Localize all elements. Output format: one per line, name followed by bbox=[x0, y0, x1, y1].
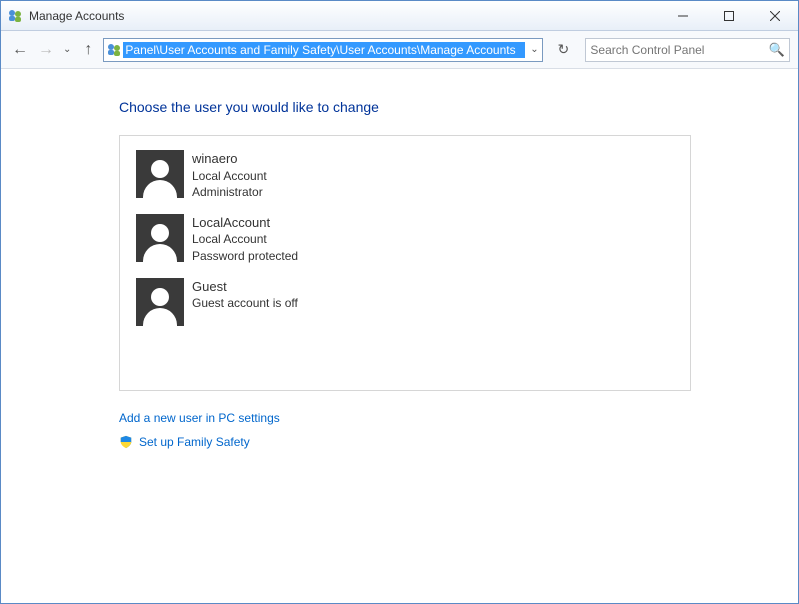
accounts-icon bbox=[106, 42, 122, 58]
minimize-button[interactable] bbox=[660, 1, 706, 30]
navbar: ← → ⌄ ↑ Panel\User Accounts and Family S… bbox=[1, 31, 798, 69]
account-info: LocalAccount Local Account Password prot… bbox=[192, 214, 298, 264]
account-tile-winaero[interactable]: winaero Local Account Administrator bbox=[136, 150, 406, 200]
refresh-button[interactable]: ↻ bbox=[551, 38, 575, 62]
account-tile-localaccount[interactable]: LocalAccount Local Account Password prot… bbox=[136, 214, 406, 264]
account-name: LocalAccount bbox=[192, 214, 298, 232]
avatar-icon bbox=[136, 214, 184, 262]
content-area: Choose the user you would like to change… bbox=[1, 69, 798, 449]
search-icon: 🔍 bbox=[769, 42, 785, 58]
account-name: Guest bbox=[192, 278, 298, 296]
address-dropdown[interactable]: ⌄ bbox=[526, 44, 542, 55]
shield-icon bbox=[119, 435, 133, 449]
link-text: Add a new user in PC settings bbox=[119, 411, 280, 425]
page-title: Choose the user you would like to change bbox=[119, 99, 798, 115]
up-button[interactable]: ↑ bbox=[77, 39, 99, 61]
add-user-link[interactable]: Add a new user in PC settings bbox=[119, 411, 798, 425]
account-status: Password protected bbox=[192, 248, 298, 264]
titlebar: Manage Accounts bbox=[1, 1, 798, 31]
link-text: Set up Family Safety bbox=[139, 435, 250, 449]
account-type: Local Account bbox=[192, 231, 298, 247]
account-info: Guest Guest account is off bbox=[192, 278, 298, 312]
close-button[interactable] bbox=[752, 1, 798, 30]
address-text[interactable]: Panel\User Accounts and Family Safety\Us… bbox=[123, 42, 525, 58]
address-bar[interactable]: Panel\User Accounts and Family Safety\Us… bbox=[103, 38, 543, 62]
maximize-button[interactable] bbox=[706, 1, 752, 30]
avatar-icon bbox=[136, 150, 184, 198]
search-input[interactable] bbox=[590, 43, 768, 57]
account-info: winaero Local Account Administrator bbox=[192, 150, 267, 200]
forward-button[interactable]: → bbox=[35, 39, 57, 61]
recent-dropdown[interactable]: ⌄ bbox=[61, 44, 73, 55]
back-button[interactable]: ← bbox=[9, 39, 31, 61]
window-controls bbox=[660, 1, 798, 30]
family-safety-link[interactable]: Set up Family Safety bbox=[119, 435, 798, 449]
account-role: Administrator bbox=[192, 184, 267, 200]
accounts-list: winaero Local Account Administrator Loca… bbox=[119, 135, 691, 391]
account-status: Guest account is off bbox=[192, 295, 298, 311]
avatar-icon bbox=[136, 278, 184, 326]
window-title: Manage Accounts bbox=[29, 9, 124, 23]
account-name: winaero bbox=[192, 150, 267, 168]
bottom-links: Add a new user in PC settings Set up Fam… bbox=[119, 411, 798, 449]
account-type: Local Account bbox=[192, 168, 267, 184]
search-box[interactable]: 🔍 bbox=[585, 38, 790, 62]
app-icon bbox=[7, 8, 23, 24]
account-tile-guest[interactable]: Guest Guest account is off bbox=[136, 278, 406, 326]
